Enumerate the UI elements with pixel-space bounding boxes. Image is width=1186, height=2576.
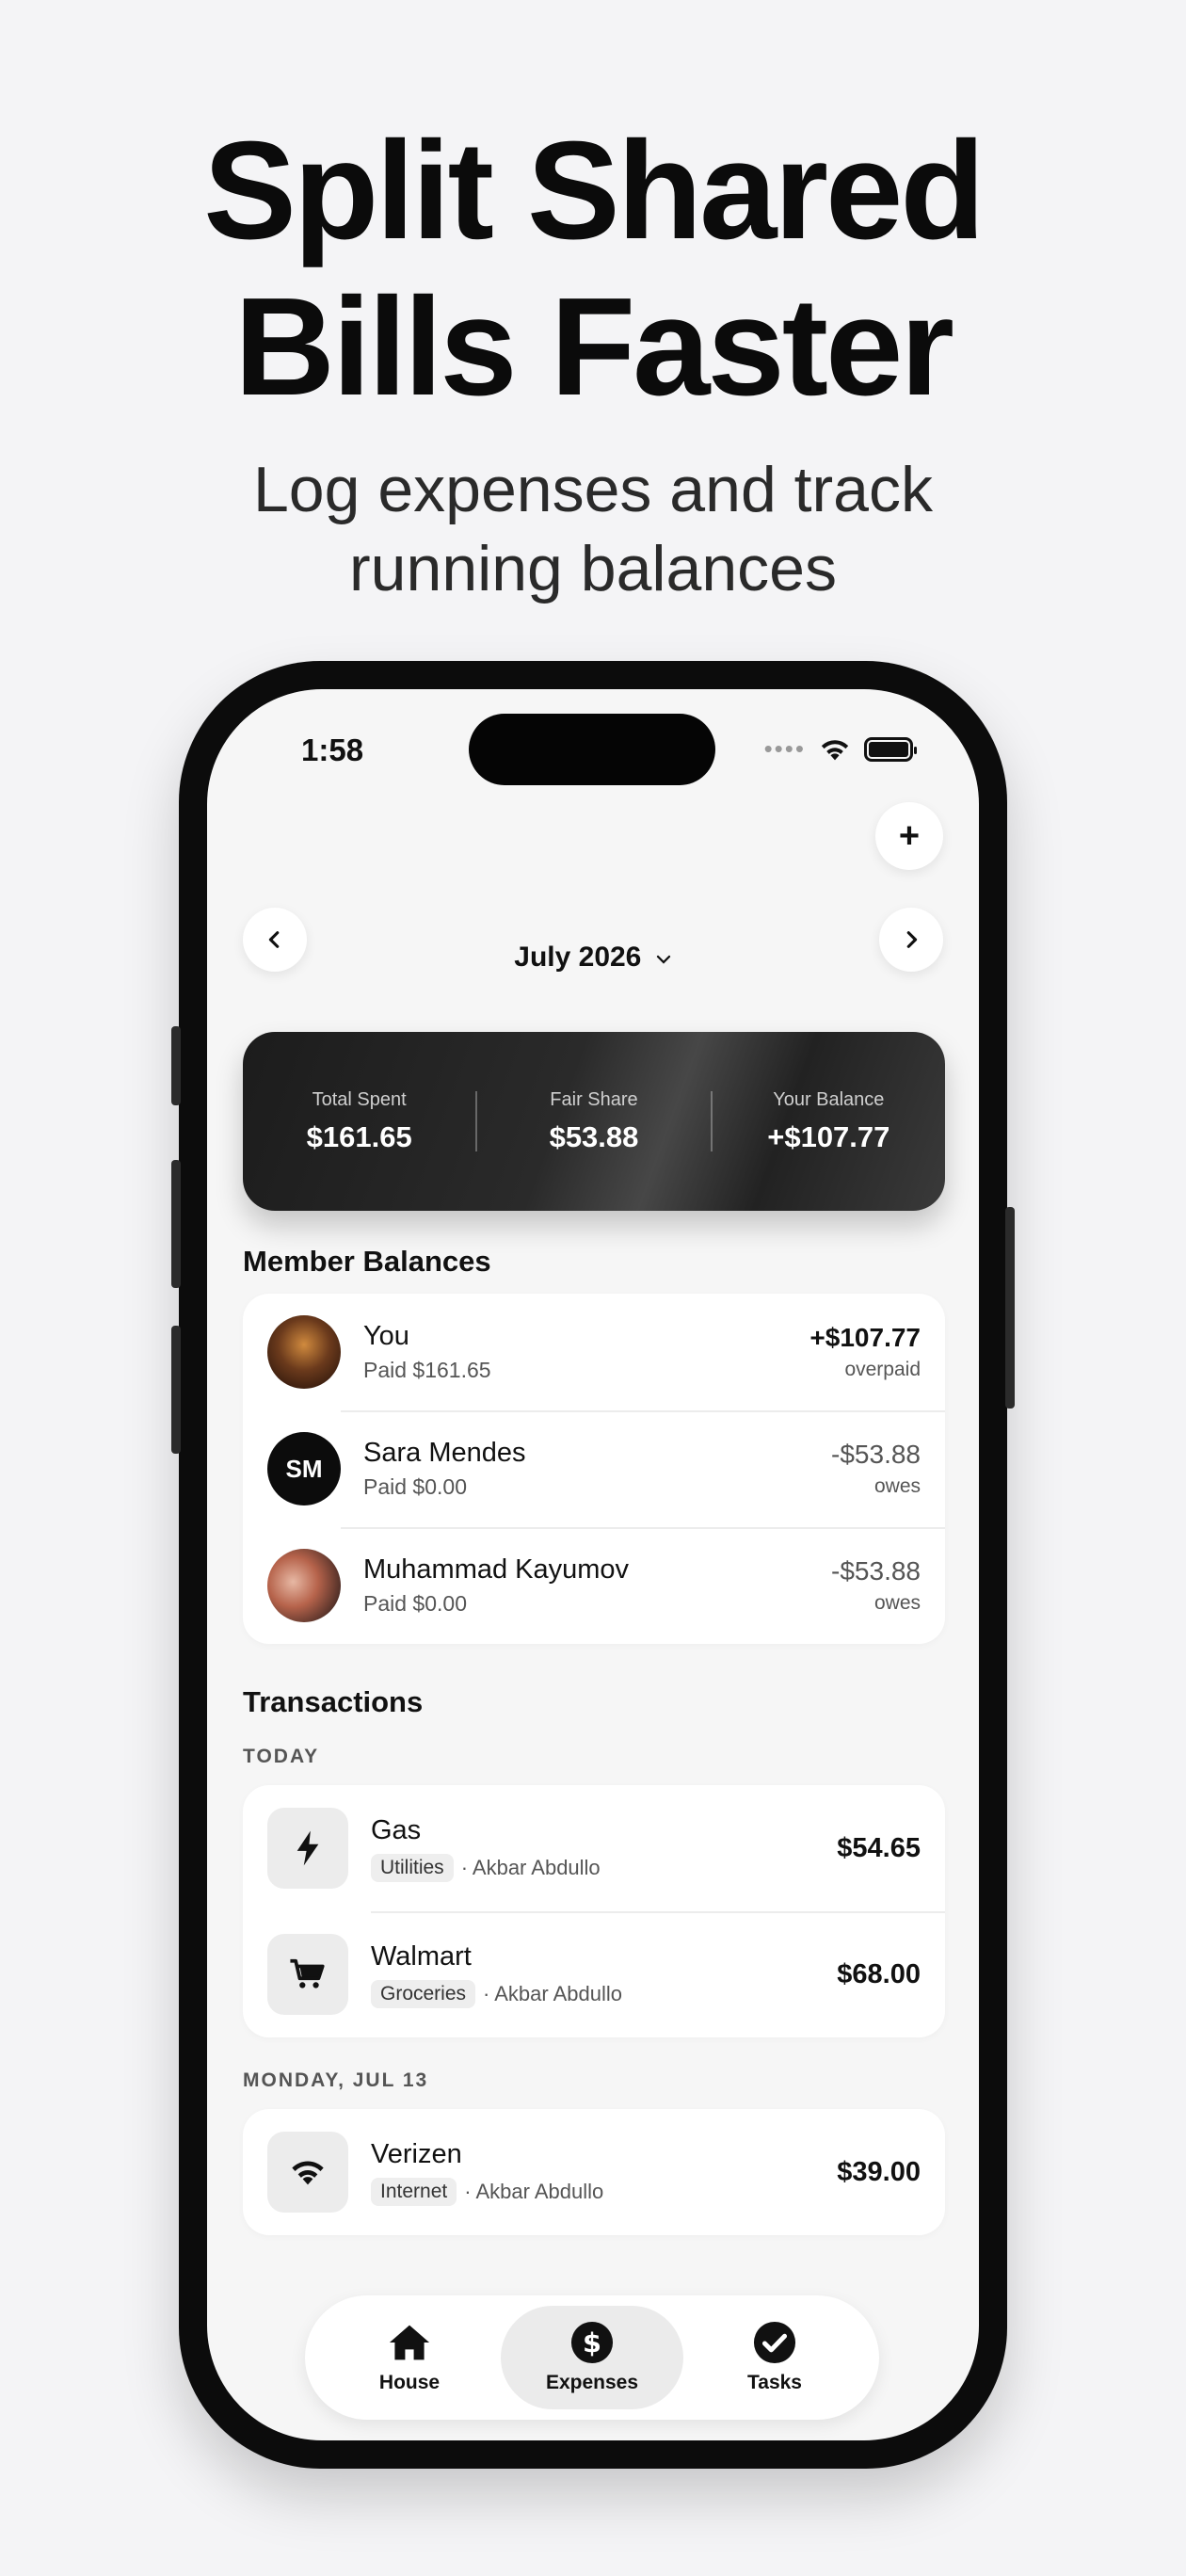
subheadline: Log expenses and track running balances xyxy=(0,450,1186,608)
tab-label: House xyxy=(378,2372,441,2393)
member-row[interactable]: Muhammad Kayumov Paid $0.00 -$53.88 owes xyxy=(243,1527,945,1644)
transaction-name: Gas xyxy=(371,1814,422,1845)
transaction-row[interactable]: Verizen Internet · Akbar Abdullo $39.00 xyxy=(243,2109,945,2235)
member-paid: Paid $0.00 xyxy=(363,1591,467,1616)
headline-line-2: Bills Faster xyxy=(234,269,954,425)
subheadline-line-1: Log expenses and track xyxy=(252,454,934,525)
member-row[interactable]: You Paid $161.65 +$107.77 overpaid xyxy=(243,1294,945,1410)
member-amount: -$53.88 xyxy=(831,1440,921,1469)
wifi-status-icon xyxy=(821,739,849,760)
tab-bar: House $ Expenses Tasks xyxy=(305,2295,879,2420)
member-status: overpaid xyxy=(844,1359,921,1380)
transaction-name: Verizen xyxy=(371,2138,462,2169)
subheadline-line-2: running balances xyxy=(349,533,837,604)
member-status: owes xyxy=(873,1592,921,1614)
total-spent-value: $161.65 xyxy=(306,1119,412,1153)
member-name: You xyxy=(363,1321,409,1351)
tab-label: Tasks xyxy=(747,2372,802,2393)
month-label: July 2026 xyxy=(514,942,642,973)
tab-expenses[interactable]: $ Expenses xyxy=(501,2306,683,2409)
member-name: Sara Mendes xyxy=(363,1438,526,1468)
avatar xyxy=(267,1315,341,1389)
transaction-amount: $54.65 xyxy=(837,1832,921,1863)
fair-share: Fair Share $53.88 xyxy=(477,1089,710,1154)
transactions-title: Transactions xyxy=(243,1685,424,1718)
tab-tasks[interactable]: Tasks xyxy=(683,2306,866,2409)
fair-share-value: $53.88 xyxy=(549,1119,639,1153)
transactions-card-monday: Verizen Internet · Akbar Abdullo $39.00 xyxy=(243,2109,945,2235)
total-spent: Total Spent $161.65 xyxy=(243,1089,475,1154)
member-paid: Paid $0.00 xyxy=(363,1474,467,1499)
avatar xyxy=(267,1549,341,1622)
category-tag: Utilities xyxy=(371,1853,454,1882)
bolt-icon xyxy=(267,1808,348,1889)
check-icon xyxy=(751,2321,798,2364)
headline-line-1: Split Shared xyxy=(203,113,986,268)
member-amount: -$53.88 xyxy=(831,1556,921,1586)
add-expense-button[interactable]: + xyxy=(875,802,943,870)
app-screen: 1:58 •••• + July 2026 Total Spent $161.6… xyxy=(207,689,979,2440)
member-balances-title: Member Balances xyxy=(243,1245,491,1278)
tab-label: Expenses xyxy=(545,2372,639,2393)
volume-down-button xyxy=(171,1326,181,1454)
status-time: 1:58 xyxy=(301,733,364,767)
battery-icon xyxy=(864,736,917,762)
transaction-row[interactable]: Gas Utilities · Akbar Abdullo $54.65 xyxy=(243,1785,945,1911)
your-balance: Your Balance +$107.77 xyxy=(713,1089,945,1154)
group-label: MONDAY, JUL 13 xyxy=(243,2069,429,2091)
member-paid: Paid $161.65 xyxy=(363,1358,491,1382)
category-tag: Internet xyxy=(371,2177,457,2206)
total-spent-label: Total Spent xyxy=(312,1088,407,1110)
cart-icon xyxy=(267,1934,348,2015)
status-icons: •••• xyxy=(763,734,917,764)
payer-name: · Akbar Abdullo xyxy=(483,1981,623,2005)
transaction-row[interactable]: Walmart Groceries · Akbar Abdullo $68.00 xyxy=(243,1911,945,2037)
member-row[interactable]: SM Sara Mendes Paid $0.00 -$53.88 owes xyxy=(243,1410,945,1527)
phone-frame: 1:58 •••• + July 2026 Total Spent $161.6… xyxy=(171,661,1015,2469)
dynamic-island xyxy=(469,714,715,785)
house-icon xyxy=(386,2321,433,2364)
member-status: owes xyxy=(873,1475,921,1497)
chevron-right-icon xyxy=(906,931,918,948)
member-amount: +$107.77 xyxy=(809,1323,921,1352)
tab-house[interactable]: House xyxy=(318,2306,501,2409)
payer-name: · Akbar Abdullo xyxy=(464,2179,604,2203)
volume-up-button xyxy=(171,1160,181,1288)
month-selector[interactable]: July 2026 xyxy=(207,942,979,974)
chevron-down-icon xyxy=(656,955,670,964)
your-balance-value: +$107.77 xyxy=(767,1119,890,1153)
power-button xyxy=(1005,1207,1015,1409)
dollar-icon: $ xyxy=(569,2321,616,2364)
group-label: TODAY xyxy=(243,1746,320,1767)
member-balances-card: You Paid $161.65 +$107.77 overpaid SM Sa… xyxy=(243,1294,945,1644)
transaction-amount: $68.00 xyxy=(837,1958,921,1989)
phone-side-button xyxy=(171,1026,181,1105)
next-month-button[interactable] xyxy=(879,908,943,972)
signal-icon: •••• xyxy=(763,734,806,763)
avatar: SM xyxy=(267,1432,341,1505)
wifi-icon xyxy=(267,2132,348,2213)
transaction-name: Walmart xyxy=(371,1940,472,1972)
summary-card: Total Spent $161.65 Fair Share $53.88 Yo… xyxy=(243,1032,945,1211)
payer-name: · Akbar Abdullo xyxy=(460,1855,601,1879)
transactions-card-today: Gas Utilities · Akbar Abdullo $54.65 Wal… xyxy=(243,1785,945,2037)
your-balance-label: Your Balance xyxy=(773,1088,885,1110)
fair-share-label: Fair Share xyxy=(550,1088,638,1110)
transaction-amount: $39.00 xyxy=(837,2156,921,2187)
member-name: Muhammad Kayumov xyxy=(363,1554,630,1585)
category-tag: Groceries xyxy=(371,1979,476,2008)
svg-text:$: $ xyxy=(583,2326,601,2359)
headline: Split Shared Bills Faster xyxy=(0,113,1186,426)
